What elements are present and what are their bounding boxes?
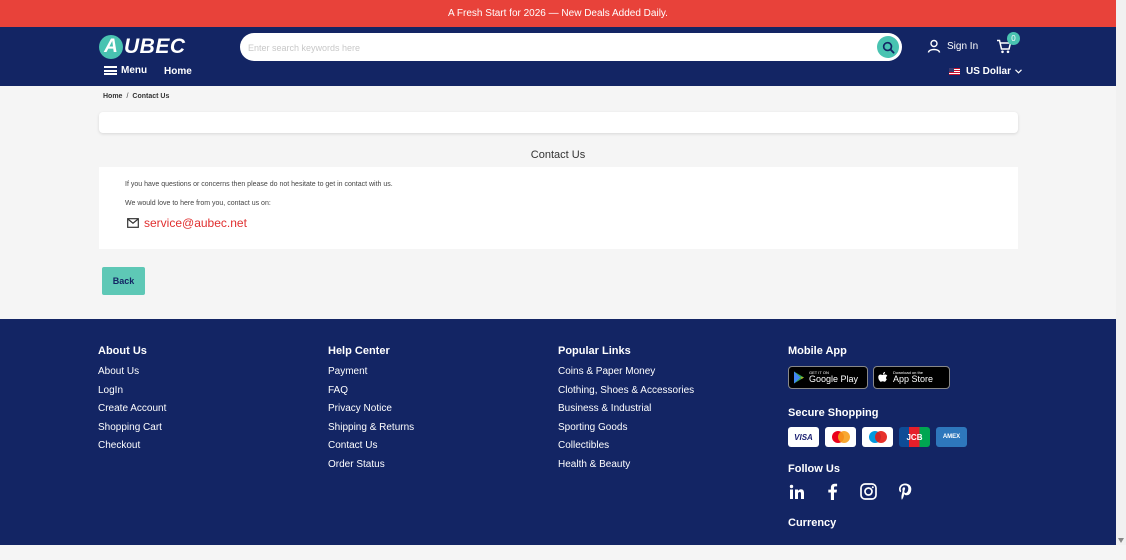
page-title: Contact Us: [530, 149, 586, 161]
footer-link-contact[interactable]: Contact Us: [328, 440, 414, 459]
site-footer: About Us About Us LogIn Create Account S…: [0, 319, 1116, 545]
promo-text: A Fresh Start for 2026 — New Deals Added…: [448, 8, 668, 19]
logo-text: UBEC: [124, 35, 186, 58]
footer-link-coins[interactable]: Coins & Paper Money: [558, 366, 694, 385]
apple-icon: [878, 371, 888, 382]
nav-home[interactable]: Home: [164, 66, 192, 77]
footer-help-heading: Help Center: [328, 345, 390, 357]
app-store-label: App Store: [893, 374, 934, 384]
user-icon: [927, 39, 941, 53]
us-flag-icon: [949, 68, 960, 75]
footer-popular-heading: Popular Links: [558, 345, 631, 357]
breadcrumb-home[interactable]: Home: [103, 93, 122, 100]
google-play-badge[interactable]: GET IT ON Google Play: [788, 366, 868, 389]
app-badges: GET IT ON Google Play Download on the App …: [788, 366, 988, 389]
footer-link-order-status[interactable]: Order Status: [328, 459, 414, 478]
visa-card-icon: VISA: [788, 427, 819, 447]
contact-prompt-text: We would love to here from you, contact …: [125, 200, 271, 207]
cart-button[interactable]: 0: [996, 32, 1020, 59]
footer-popular-column: Popular Links Coins & Paper Money Clothi…: [558, 345, 694, 477]
footer-about-column: About Us About Us LogIn Create Account S…: [98, 345, 166, 459]
footer-secure-heading: Secure Shopping: [788, 407, 879, 419]
contact-content: If you have questions or concerns then p…: [99, 167, 1018, 249]
menu-label: Menu: [121, 65, 148, 76]
footer-link-about-us[interactable]: About Us: [98, 366, 166, 385]
email-row: service@aubec.net: [127, 216, 247, 230]
mastercard-icon: [825, 427, 856, 447]
email-link[interactable]: service@aubec.net: [144, 216, 247, 230]
top-card: [99, 112, 1018, 133]
footer-mobile-heading: Mobile App: [788, 345, 847, 357]
app-store-badge[interactable]: Download on the App Store: [873, 366, 950, 389]
currency-label: US Dollar: [966, 66, 1012, 77]
social-links: [788, 483, 913, 500]
intro-text: If you have questions or concerns then p…: [125, 181, 393, 188]
breadcrumb-current: Contact Us: [132, 93, 170, 100]
pinterest-icon[interactable]: [896, 483, 913, 500]
maestro-card-icon: [862, 427, 893, 447]
site-header: A UBEC Sign In 0 Menu Home US Dollar: [0, 27, 1116, 86]
facebook-icon[interactable]: [824, 483, 841, 500]
back-button[interactable]: Back: [102, 267, 145, 295]
footer-help-column: Help Center Payment FAQ Privacy Notice S…: [328, 345, 414, 477]
google-play-icon: [794, 371, 804, 384]
linkedin-icon[interactable]: [788, 483, 805, 500]
search-button[interactable]: [877, 36, 899, 58]
menu-icon: [104, 66, 117, 75]
footer-link-login[interactable]: LogIn: [98, 385, 166, 404]
search-bar: [240, 33, 902, 61]
footer-link-business[interactable]: Business & Industrial: [558, 403, 694, 422]
footer-link-faq[interactable]: FAQ: [328, 385, 414, 404]
page-scrollbar[interactable]: [1116, 0, 1126, 545]
footer-currency-heading: Currency: [788, 517, 837, 529]
breadcrumb: Home / Contact Us: [103, 93, 169, 100]
footer-link-shopping-cart[interactable]: Shopping Cart: [98, 422, 166, 441]
sign-in-label: Sign In: [947, 40, 979, 52]
google-play-label: Google Play: [809, 374, 859, 384]
footer-link-payment[interactable]: Payment: [328, 366, 414, 385]
logo-mark: A: [99, 35, 123, 59]
footer-link-create-account[interactable]: Create Account: [98, 403, 166, 422]
menu-button[interactable]: Menu: [104, 65, 147, 76]
search-icon: [882, 41, 895, 54]
site-logo[interactable]: A UBEC: [99, 35, 186, 59]
footer-link-health[interactable]: Health & Beauty: [558, 459, 694, 478]
mail-icon: [127, 218, 139, 228]
breadcrumb-separator: /: [126, 93, 129, 100]
promo-banner: A Fresh Start for 2026 — New Deals Added…: [0, 0, 1116, 27]
footer-link-privacy[interactable]: Privacy Notice: [328, 403, 414, 422]
cart-count-badge: 0: [1007, 32, 1020, 45]
amex-card-icon: AMEX: [936, 427, 967, 447]
footer-follow-heading: Follow Us: [788, 463, 840, 475]
footer-link-sporting[interactable]: Sporting Goods: [558, 422, 694, 441]
chevron-down-icon: [1015, 69, 1022, 74]
jcb-card-icon: JCB: [899, 427, 930, 447]
footer-apps-column: Mobile App GET IT ON Google Play Download…: [788, 345, 988, 560]
footer-link-checkout[interactable]: Checkout: [98, 440, 166, 459]
footer-link-collectibles[interactable]: Collectibles: [558, 440, 694, 459]
footer-link-clothing[interactable]: Clothing, Shoes & Accessories: [558, 385, 694, 404]
currency-selector[interactable]: US Dollar: [949, 66, 1022, 77]
footer-about-heading: About Us: [98, 345, 147, 357]
payment-cards: VISA JCB AMEX: [788, 427, 967, 447]
search-input[interactable]: [246, 39, 870, 57]
instagram-icon[interactable]: [860, 483, 877, 500]
footer-link-shipping[interactable]: Shipping & Returns: [328, 422, 414, 441]
sign-in-link[interactable]: Sign In: [927, 39, 978, 53]
